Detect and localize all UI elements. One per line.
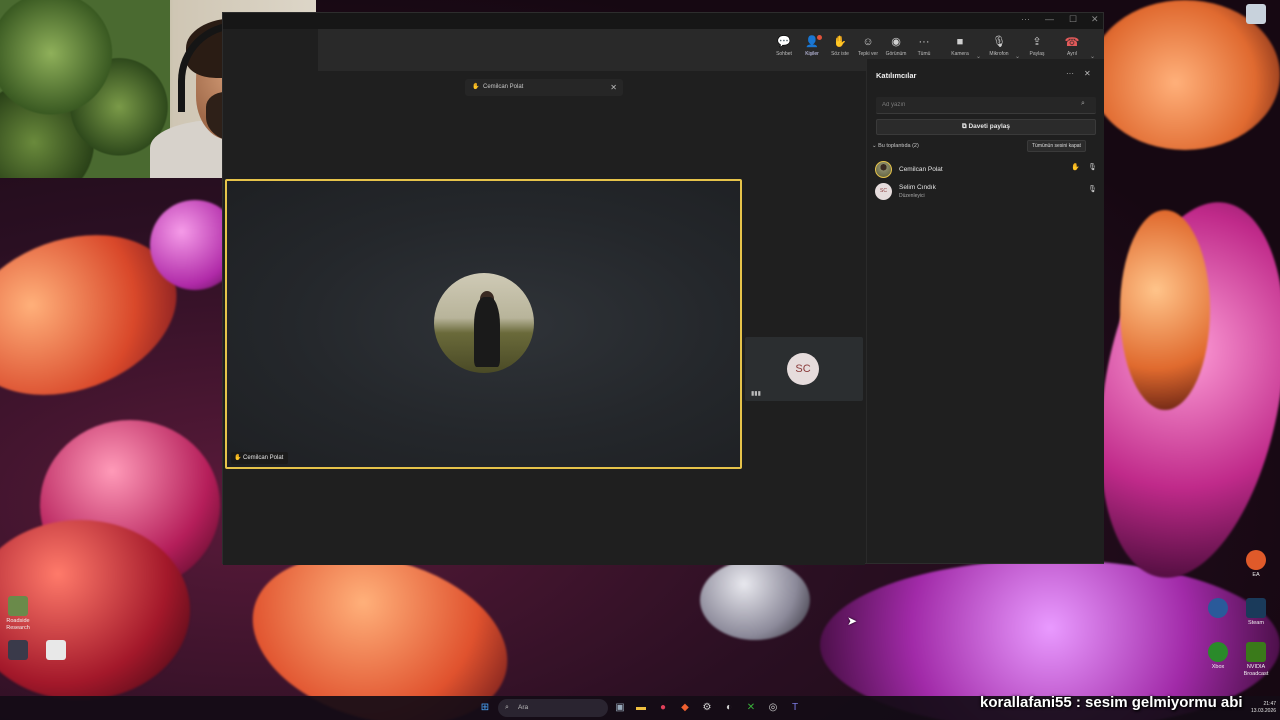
xbox-icon: [1208, 642, 1228, 662]
app-icon: [8, 640, 28, 660]
video-stage: ✋ Cemilcan Polat ✕ ✋ Cemilcan Polat SC ▮…: [223, 71, 865, 565]
tile-name-text: Cemilcan Polat: [243, 455, 284, 461]
raise-hand-icon: ✋: [234, 455, 242, 461]
file-explorer-icon[interactable]: ▬: [633, 700, 649, 716]
recycle-bin-icon: [1246, 4, 1266, 24]
participant-name: Cemilcan Polat: [899, 166, 943, 173]
desktop-icon-ea[interactable]: EA: [1236, 550, 1276, 579]
initials-avatar: SC: [787, 353, 819, 385]
desktop-icon-label: Roadside Research: [6, 618, 30, 631]
more-icon[interactable]: ···: [1021, 14, 1030, 24]
participant-row[interactable]: Cemilcan Polat ✋ 🎙: [875, 160, 1097, 180]
desktop-icon-label: Xbox: [1211, 664, 1225, 670]
stream-chat-overlay: korallafani55 : sesim gelmiyormu abi: [980, 694, 1243, 711]
desktop-icon-roadside-research[interactable]: Roadside Research: [0, 596, 38, 632]
participant-role: Düzenleyici: [899, 193, 925, 199]
secondary-video-tile[interactable]: SC ▮▮▮: [745, 337, 863, 401]
section-label: Bu toplantıda (2): [878, 143, 919, 149]
mic-icon[interactable]: 🎙: [1088, 185, 1097, 193]
game-icon: [8, 596, 28, 616]
close-icon[interactable]: ✕: [1084, 69, 1091, 78]
button-label: Kamera: [951, 51, 969, 57]
ea-icon: [1246, 550, 1266, 570]
wallpaper-shape: [700, 560, 810, 640]
avatar: SC: [875, 183, 892, 200]
participant-row[interactable]: SC Selim Cındık Düzenleyici 🎙: [875, 182, 1097, 202]
raise-hand-icon: ✋: [1071, 164, 1080, 171]
close-icon[interactable]: ✕: [610, 79, 617, 96]
teams-meeting-window: ··· — ☐ ✕ 💬 Sohbet 👤 Kişiler ✋ Söz iste …: [222, 12, 1104, 565]
more-icon[interactable]: ···: [1066, 69, 1074, 78]
desktop-icon-app[interactable]: [0, 640, 38, 662]
desktop-icon-file[interactable]: [36, 640, 76, 662]
desktop-icon-ubisoft[interactable]: [1198, 598, 1238, 620]
file-icon: [46, 640, 66, 660]
taskbar-search[interactable]: ⌕ Ara: [498, 699, 608, 717]
brave-browser-icon[interactable]: ◆: [677, 700, 693, 716]
signal-icon: ▮▮▮: [751, 391, 761, 397]
app-icon[interactable]: ◐: [721, 700, 737, 716]
more-icon: ···: [918, 36, 930, 48]
share-invite-button[interactable]: ⧉ Daveti paylaş: [876, 119, 1096, 135]
minimize-icon[interactable]: —: [1045, 14, 1054, 24]
desktop-icon-label: Steam: [1248, 620, 1264, 626]
button-label: Paylaş: [1029, 51, 1045, 57]
task-view-icon[interactable]: ▣: [612, 700, 628, 716]
desktop-icon-xbox[interactable]: Xbox: [1198, 642, 1238, 671]
wallpaper-shape: [1120, 210, 1210, 410]
mic-icon: 🎙: [992, 36, 1006, 48]
mouse-cursor-icon: ➤: [847, 614, 858, 628]
camera-icon: ■: [956, 36, 964, 48]
button-label: Tümü: [917, 51, 931, 57]
participants-panel: Katılımcılar ··· ✕ ⌕ ⧉ Daveti paylaş ⌄ B…: [866, 59, 1104, 563]
start-icon[interactable]: ⊞: [477, 700, 493, 716]
close-window-icon[interactable]: ✕: [1091, 14, 1099, 25]
search-icon: ⌕: [505, 704, 509, 711]
avatar: [875, 161, 892, 178]
button-label: Mikrofon: [989, 51, 1009, 57]
media-player-icon[interactable]: ●: [655, 700, 671, 716]
desktop-icon-nvidia-broadcast[interactable]: NVIDIA Broadcast: [1236, 642, 1276, 678]
nvidia-icon: [1246, 642, 1266, 662]
desktop-icon-label: NVIDIA Broadcast: [1243, 664, 1269, 677]
mic-icon[interactable]: 🎙: [1088, 163, 1097, 171]
main-video-tile[interactable]: ✋ Cemilcan Polat: [225, 179, 742, 469]
in-meeting-section-header[interactable]: ⌄ Bu toplantıda (2): [872, 143, 919, 149]
search-placeholder: Ara: [518, 704, 529, 711]
panel-title: Katılımcılar: [876, 71, 917, 80]
search-icon: ⌕: [1081, 100, 1085, 107]
steam-icon: [1246, 598, 1266, 618]
taskbar-clock[interactable]: 21:47 13.03.2026: [1251, 701, 1276, 715]
button-label: Daveti paylaş: [968, 123, 1010, 130]
clock-date: 13.03.2026: [1251, 708, 1277, 714]
desktop-icon-recycle-bin[interactable]: [1236, 4, 1276, 26]
settings-icon[interactable]: ⚙: [699, 700, 715, 716]
maximize-icon[interactable]: ☐: [1069, 14, 1077, 25]
plant-background: [0, 0, 170, 178]
button-label: Ayrıl: [1067, 51, 1077, 57]
clock-time: 21:47: [1263, 701, 1277, 707]
mute-all-button[interactable]: Tümünün sesini kapat: [1027, 140, 1086, 152]
xbox-icon[interactable]: ✕: [743, 700, 759, 716]
raise-hand-icon: ✋: [472, 84, 480, 90]
chip-name: Cemilcan Polat: [483, 84, 524, 90]
raised-hand-chip[interactable]: ✋ Cemilcan Polat ✕: [465, 79, 623, 96]
hang-up-icon: ☎: [1064, 35, 1080, 49]
teams-icon[interactable]: T: [787, 700, 803, 716]
notification-badge: [817, 35, 822, 40]
participant-avatar: [434, 273, 534, 373]
ubisoft-icon: [1208, 598, 1228, 618]
obs-icon[interactable]: ◎: [765, 700, 781, 716]
participant-search-input[interactable]: [876, 97, 1096, 114]
tile-name-label: ✋ Cemilcan Polat: [231, 452, 289, 464]
participant-name: Selim Cındık: [899, 184, 936, 191]
share-icon: ⇪: [1032, 36, 1042, 48]
desktop-icon-steam[interactable]: Steam: [1236, 598, 1276, 627]
desktop-icon-label: EA: [1252, 572, 1260, 578]
avatar-person-body: [474, 297, 500, 367]
title-bar: ··· — ☐ ✕: [223, 13, 1103, 29]
